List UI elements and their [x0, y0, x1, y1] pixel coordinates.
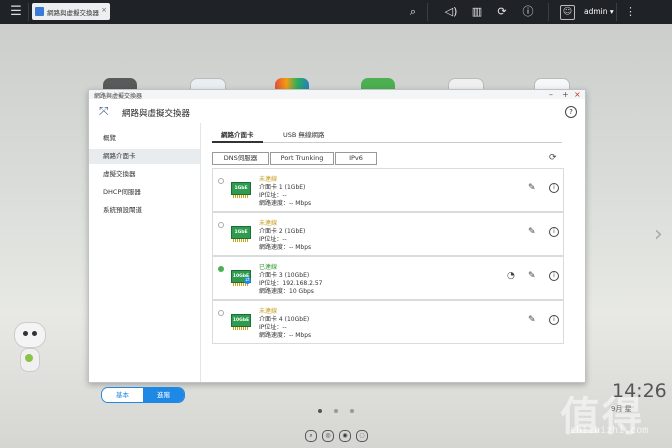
info-icon[interactable]: i	[549, 183, 559, 193]
sidebar-item-overview[interactable]: 概覽	[89, 131, 200, 146]
nic-card-icon: 10GbE	[231, 314, 251, 330]
taskbar-app-tab[interactable]: 網路與虛擬交換器 ×	[32, 3, 110, 20]
dock-settings-icon[interactable]: ◌	[356, 430, 368, 442]
divider	[28, 3, 29, 21]
adapter-radio-selected[interactable]	[218, 266, 224, 272]
mode-advanced-button[interactable]: 進階	[143, 388, 184, 402]
network-window: 網路與虛擬交換器 – + × ⤧ 網路與虛擬交換器 ? 概覽 網路介面卡 虛擬交…	[88, 89, 586, 403]
dns-server-button[interactable]: DNS伺服器	[212, 152, 269, 165]
adapter-speed: 網路速度：-- Mbps	[259, 200, 312, 207]
mode-basic-button[interactable]: 基本	[102, 388, 143, 402]
info-icon[interactable]: i	[549, 227, 559, 237]
port-trunking-button[interactable]: Port Trunking	[270, 152, 334, 165]
maximize-icon[interactable]: +	[562, 90, 569, 99]
tab-usb-wireless[interactable]: USB 無線網路	[274, 130, 333, 142]
divider	[427, 3, 428, 21]
speed-test-icon[interactable]: ◔	[507, 271, 515, 281]
adapter-radio[interactable]	[218, 310, 224, 316]
window-header: ⤧ 網路與虛擬交換器 ?	[89, 99, 585, 123]
sync-icon[interactable]: ⟳	[495, 5, 509, 19]
desktop-clock: 14:26	[612, 380, 667, 402]
sidebar-item-default-gateway[interactable]: 系統預設閘道	[89, 203, 200, 218]
edit-icon[interactable]: ✎	[528, 315, 536, 325]
window-title: 網路與虛擬交換器	[122, 109, 191, 119]
page-dot[interactable]	[334, 409, 338, 413]
mode-toggle[interactable]: 基本 進階	[101, 387, 185, 403]
info-icon[interactable]: ⓘ	[521, 5, 535, 19]
top-taskbar: ☰ 網路與虛擬交換器 × ⌕ ◁) ▥ ⟳ ⓘ ☺ admin ▾ ⋮	[0, 0, 672, 24]
adapter-radio[interactable]	[218, 178, 224, 184]
adapter-row: 10GbE 未連線 介面卡 4 (10GbE) IP位址：-- 網路速度：-- …	[212, 300, 564, 344]
help-icon[interactable]: ?	[565, 106, 577, 118]
username-menu[interactable]: admin ▾	[584, 7, 614, 16]
desktop-date: 9月 星	[611, 405, 632, 413]
sidebar-item-dhcp[interactable]: DHCP伺服器	[89, 185, 200, 200]
close-window-icon[interactable]: ×	[574, 90, 581, 99]
watermark-url: zhizhizhi.com	[570, 425, 649, 436]
more-icon[interactable]: ⋮	[625, 5, 636, 18]
divider	[616, 3, 617, 21]
sidebar-item-interfaces[interactable]: 網路介面卡	[89, 149, 200, 164]
edit-icon[interactable]: ✎	[528, 271, 536, 281]
robot-head	[14, 322, 46, 348]
info-icon[interactable]: i	[549, 271, 559, 281]
page-dot[interactable]	[350, 409, 354, 413]
assistant-robot-icon[interactable]	[8, 322, 50, 374]
edit-icon[interactable]: ✎	[528, 227, 536, 237]
network-switch-icon: ⤧	[99, 104, 109, 118]
adapter-radio[interactable]	[218, 222, 224, 228]
refresh-icon[interactable]: ⟳	[549, 153, 557, 163]
page-dot-active[interactable]	[318, 409, 322, 413]
network-app-icon	[35, 7, 44, 16]
sidebar: 概覽 網路介面卡 虛擬交換器 DHCP伺服器 系統預設閘道 基本 進階	[89, 123, 201, 403]
taskbar-app-tab-label: 網路與虛擬交換器	[47, 9, 99, 17]
subtab-bar: DNS伺服器 Port Trunking IPv6	[212, 152, 562, 165]
nic-card-icon: 1GbE	[231, 182, 251, 198]
tab-bar: 網路介面卡 USB 無線網路	[212, 130, 562, 143]
dock-info-icon[interactable]: ◉	[339, 430, 351, 442]
vswitch-badge-icon: ⇄	[244, 277, 251, 284]
sidebar-item-virtual-switch[interactable]: 虛擬交換器	[89, 167, 200, 182]
volume-icon[interactable]: ◁)	[444, 5, 458, 19]
robot-light	[25, 354, 33, 362]
dock-search-icon[interactable]: ⌕	[305, 430, 317, 442]
adapter-speed: 網路速度：-- Mbps	[259, 332, 312, 339]
close-icon[interactable]: ×	[101, 6, 107, 14]
divider	[548, 3, 549, 21]
next-page-arrow-icon[interactable]: ›	[654, 222, 663, 247]
hamburger-icon[interactable]: ☰	[8, 4, 24, 20]
adapter-row: 1GbE 未連線 介面卡 2 (1GbE) IP位址：-- 網路速度：-- Mb…	[212, 212, 564, 256]
tab-interfaces[interactable]: 網路介面卡	[212, 130, 263, 143]
minimize-icon[interactable]: –	[549, 90, 553, 99]
dock-tasks-icon[interactable]: ◎	[322, 430, 334, 442]
nic-card-icon: 1GbE	[231, 226, 251, 242]
ipv6-button[interactable]: IPv6	[335, 152, 377, 165]
adapter-row: 1GbE 未連線 介面卡 1 (1GbE) IP位址：-- 網路速度：-- Mb…	[212, 168, 564, 212]
search-icon[interactable]: ⌕	[406, 5, 420, 19]
tasks-icon[interactable]: ▥	[470, 5, 484, 19]
adapter-row: 10GbE ⇄ 已連線 介面卡 3 (10GbE) IP位址：192.168.2…	[212, 256, 564, 300]
adapter-speed: 網路速度：10 Gbps	[259, 288, 314, 295]
edit-icon[interactable]: ✎	[528, 183, 536, 193]
adapter-speed: 網路速度：-- Mbps	[259, 244, 312, 251]
window-titlebar[interactable]: 網路與虛擬交換器 – + ×	[89, 90, 585, 100]
user-icon[interactable]: ☺	[560, 5, 575, 20]
info-icon[interactable]: i	[549, 315, 559, 325]
